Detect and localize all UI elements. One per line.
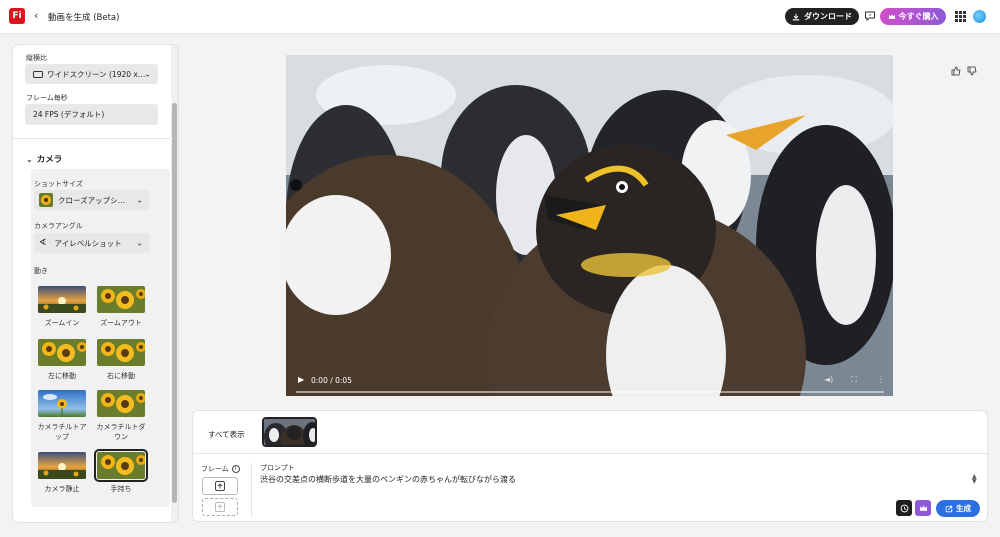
frame-label: フレーム i — [201, 464, 240, 474]
upload-image-icon — [215, 481, 225, 491]
apps-grid-icon[interactable] — [955, 11, 966, 22]
chevron-down-icon: ⌄ — [136, 195, 143, 205]
prompt-resize-stepper[interactable]: ▲ ▼ — [972, 474, 977, 485]
video-time: 0:00 / 0:05 — [311, 376, 352, 385]
prompt-label: プロンプト — [260, 464, 295, 472]
app-logo[interactable]: Fi — [9, 8, 25, 24]
thumbs-up-icon[interactable] — [951, 66, 961, 79]
crown-icon — [888, 14, 895, 19]
aspect-ratio-value: ワイドスクリーン (1920 x… — [47, 69, 146, 79]
page-title: 動画を生成 (Beta) — [48, 13, 120, 23]
penguin-video-frame — [286, 55, 893, 396]
motion-option-zoom-in[interactable] — [38, 286, 86, 313]
video-player[interactable]: ▶ 0:00 / 0:05 ◄) ⛶ ⋮ — [286, 55, 893, 396]
download-icon — [792, 13, 800, 20]
motion-option-label: カメラチルトダウン — [96, 423, 146, 441]
motion-label: 動き — [34, 267, 48, 275]
crown-icon — [919, 505, 927, 511]
shot-size-label: ショットサイズ — [34, 180, 83, 188]
generate-label: 生成 — [956, 504, 971, 513]
camera-angle-dropdown[interactable]: ∢ アイレベルショット ⌄ — [34, 233, 150, 253]
motion-option-label: カメラチルトアップ — [37, 423, 87, 441]
chevron-down-icon: ⌄ — [26, 155, 33, 164]
thumbs-down-icon[interactable] — [967, 66, 977, 79]
buy-now-button[interactable]: 今すぐ購入 — [880, 8, 946, 25]
motion-option-pan-right[interactable] — [97, 339, 145, 366]
aspect-ratio-dropdown[interactable]: ワイドスクリーン (1920 x… ⌄ — [25, 64, 158, 84]
feedback-chat-icon[interactable] — [864, 10, 876, 22]
motion-option-label: 右に移動 — [107, 372, 135, 380]
sunflower-thumb-icon — [39, 193, 53, 207]
premium-button[interactable] — [915, 500, 931, 516]
upload-first-frame-button[interactable] — [202, 477, 238, 495]
settings-panel: 縦横比 ワイドスクリーン (1920 x… ⌄ フレーム毎秒 24 FPS (デ… — [12, 44, 179, 523]
frame-label-text: フレーム — [201, 465, 229, 473]
upload-last-frame-button[interactable] — [202, 498, 238, 516]
shot-size-dropdown[interactable]: クローズアップシ… ⌄ — [34, 190, 150, 210]
prompt-panel: すべて表示 フレームi プロンプト ▲▼ 生成 — [192, 410, 989, 522]
download-button[interactable]: ダウンロード — [785, 8, 859, 25]
generate-icon — [945, 505, 953, 512]
chevron-down-icon: ⌄ — [136, 238, 143, 248]
section-divider — [13, 138, 173, 139]
motion-option-pan-left[interactable] — [38, 339, 86, 366]
camera-section-toggle[interactable]: ⌄ カメラ — [26, 153, 62, 165]
aspect-ratio-label: 縦横比 — [26, 54, 47, 62]
camera-section-title: カメラ — [36, 155, 63, 165]
info-icon[interactable]: i — [231, 465, 240, 473]
camera-settings-box: ショットサイズ クローズアップシ… ⌄ カメラアングル ∢ アイレベルショット … — [31, 169, 170, 507]
more-options-icon[interactable]: ⋮ — [877, 375, 885, 384]
widescreen-icon — [33, 70, 43, 78]
motion-option-label: カメラ静止 — [44, 485, 80, 493]
history-button[interactable] — [896, 500, 912, 516]
eye-level-angle-icon: ∢ — [39, 238, 47, 248]
motion-option-static[interactable] — [38, 452, 86, 479]
motion-option-label: ズームイン — [44, 319, 80, 327]
generated-clip-thumbnail[interactable] — [262, 417, 317, 447]
shot-size-value: クローズアップシ… — [58, 195, 126, 205]
fps-label: フレーム毎秒 — [26, 94, 68, 102]
generate-button[interactable]: 生成 — [936, 500, 980, 517]
fullscreen-icon[interactable]: ⛶ — [851, 375, 857, 385]
panel-scrollbar-thumb[interactable] — [172, 103, 177, 503]
fps-select[interactable]: 24 FPS (デフォルト) — [25, 104, 158, 125]
back-chevron-icon[interactable]: ‹ — [34, 9, 38, 22]
camera-angle-label: カメラアングル — [34, 222, 83, 230]
user-avatar[interactable] — [973, 10, 986, 23]
motion-option-zoom-out[interactable] — [97, 286, 145, 313]
volume-icon[interactable]: ◄) — [824, 375, 833, 384]
penguin-thumbnail — [264, 419, 315, 445]
prompt-vertical-separator — [251, 463, 252, 517]
chevron-down-icon: ⌄ — [144, 69, 151, 79]
play-icon[interactable]: ▶ — [298, 375, 304, 384]
show-all-button[interactable]: すべて表示 — [208, 429, 245, 440]
motion-option-label: 左に移動 — [48, 372, 76, 380]
prompt-divider — [193, 453, 989, 454]
fps-value: 24 FPS (デフォルト) — [33, 110, 105, 119]
top-bar: Fi ‹ 動画を生成 (Beta) ダウンロード 今すぐ購入 — [0, 0, 1000, 34]
history-clock-icon — [900, 504, 908, 512]
motion-option-label: ズームアウト — [100, 319, 142, 327]
motion-option-label: 手持ち — [110, 485, 132, 493]
buy-now-label: 今すぐ購入 — [898, 12, 939, 21]
prompt-input[interactable] — [260, 475, 960, 484]
motion-option-handheld[interactable] — [94, 449, 148, 482]
motion-option-tilt-down[interactable] — [97, 390, 145, 417]
upload-image-icon — [215, 502, 225, 512]
motion-option-tilt-up[interactable] — [38, 390, 86, 417]
video-controls: ▶ 0:00 / 0:05 ◄) ⛶ ⋮ — [286, 366, 893, 396]
download-label: ダウンロード — [804, 12, 852, 21]
camera-angle-value: アイレベルショット — [54, 238, 122, 248]
video-progress-bar[interactable] — [296, 391, 884, 393]
